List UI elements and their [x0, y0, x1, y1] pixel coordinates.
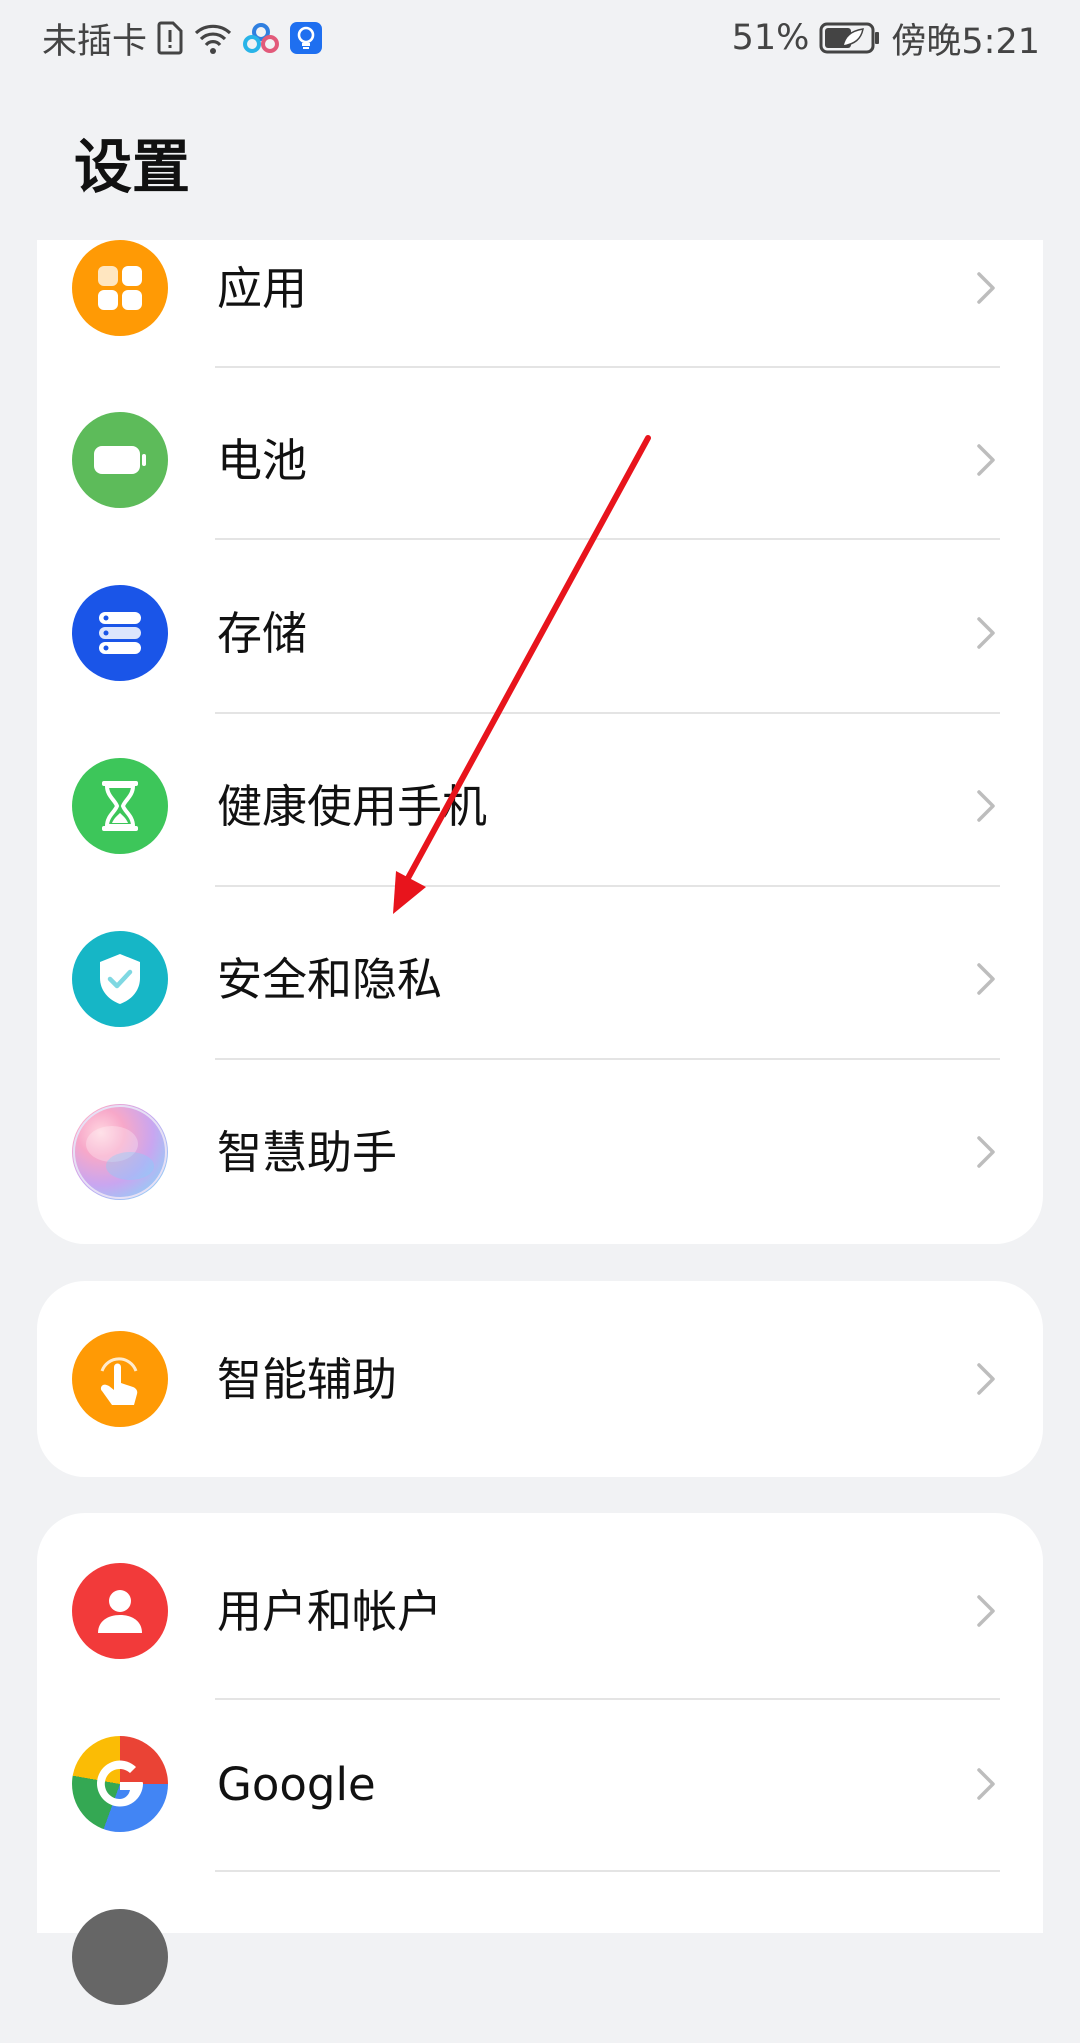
settings-item-users-accounts[interactable]: 用户和帐户: [37, 1525, 1043, 1697]
settings-item-label: 电池: [217, 434, 308, 487]
user-icon: [72, 1563, 168, 1659]
settings-group-3: 用户和帐户 Google: [37, 1513, 1043, 2005]
tips-icon: [289, 21, 323, 55]
apps-icon: [72, 240, 168, 336]
settings-item-accessibility[interactable]: 智能辅助: [37, 1293, 1043, 1465]
sim-alert-icon: [157, 21, 183, 55]
settings-item-label: 智慧助手: [217, 1126, 398, 1179]
tap-hand-icon: [72, 1331, 168, 1427]
settings-item-storage[interactable]: 存储: [37, 547, 1043, 719]
settings-item-system[interactable]: [37, 1871, 1043, 2043]
settings-item-security-privacy[interactable]: 安全和隐私: [37, 893, 1043, 1065]
settings-item-google[interactable]: Google: [37, 1698, 1043, 1870]
chevron-right-icon: [977, 617, 995, 649]
carrier-text: 未插卡: [42, 21, 148, 62]
storage-icon: [72, 585, 168, 681]
wifi-icon: [193, 21, 233, 55]
settings-group-1: 应用 电池 存储 健康使用手机 安全和隐私 智慧助手: [37, 240, 1043, 1244]
chevron-right-icon: [977, 444, 995, 476]
divider: [215, 885, 1000, 887]
assistant-icon: [72, 1104, 168, 1200]
settings-item-label: 智能辅助: [217, 1353, 398, 1406]
google-icon: [72, 1736, 168, 1832]
settings-item-apps[interactable]: 应用: [37, 202, 1043, 374]
clock-text: 傍晚5:21: [891, 21, 1040, 62]
hourglass-icon: [72, 758, 168, 854]
chevron-right-icon: [977, 1363, 995, 1395]
divider: [215, 366, 1000, 368]
settings-item-label: 应用: [217, 262, 308, 315]
chevron-right-icon: [977, 790, 995, 822]
battery-icon: [72, 412, 168, 508]
settings-item-digital-balance[interactable]: 健康使用手机: [37, 720, 1043, 892]
shield-icon: [72, 931, 168, 1027]
settings-item-label: 用户和帐户: [217, 1585, 443, 1638]
settings-group-2: 智能辅助: [37, 1281, 1043, 1477]
app-notify-icon: [243, 21, 280, 55]
divider: [215, 1058, 1000, 1060]
settings-item-label: 安全和隐私: [217, 953, 443, 1006]
page-title: 设置: [74, 133, 191, 201]
chevron-right-icon: [977, 1136, 995, 1168]
chevron-right-icon: [977, 963, 995, 995]
divider: [215, 538, 1000, 540]
settings-item-smart-assistant[interactable]: 智慧助手: [37, 1066, 1043, 1238]
divider: [215, 712, 1000, 714]
settings-item-label: 健康使用手机: [217, 780, 488, 833]
chevron-right-icon: [977, 1595, 995, 1627]
settings-item-label: 存储: [217, 607, 308, 660]
battery-icon: [819, 22, 881, 54]
status-bar: 未插卡 51% 傍晚5:21: [0, 0, 1080, 76]
chevron-right-icon: [977, 1768, 995, 1800]
system-icon: [72, 1909, 168, 2005]
settings-item-battery[interactable]: 电池: [37, 374, 1043, 546]
settings-item-label: Google: [217, 1758, 376, 1811]
chevron-right-icon: [977, 272, 995, 304]
battery-percent: 51%: [731, 18, 810, 58]
